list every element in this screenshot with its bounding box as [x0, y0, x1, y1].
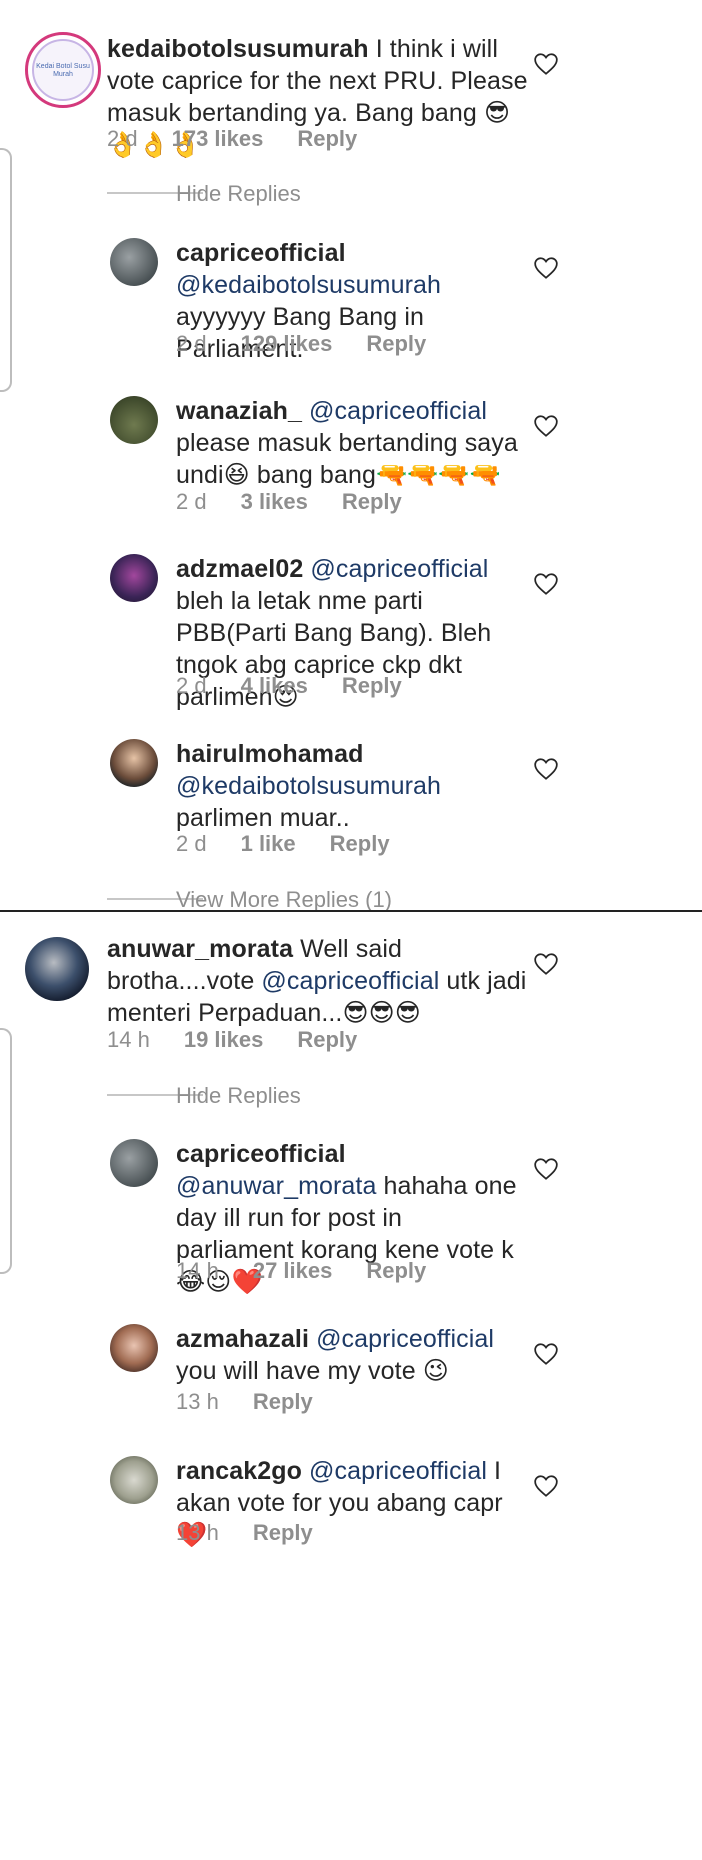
- hide-replies-button[interactable]: Hide Replies: [176, 1083, 301, 1109]
- avatar[interactable]: [110, 1456, 158, 1504]
- comment-text: azmahazali @capriceofficial you will hav…: [176, 1323, 526, 1387]
- mention-link[interactable]: @capriceofficial: [316, 1325, 494, 1353]
- avatar[interactable]: [25, 937, 89, 1001]
- reply-button[interactable]: Reply: [297, 126, 357, 152]
- heart-outline-icon[interactable]: [533, 256, 559, 280]
- reply-button[interactable]: Reply: [253, 1389, 313, 1415]
- mention-link[interactable]: @anuwar_morata: [176, 1172, 376, 1200]
- reply-button[interactable]: Reply: [342, 489, 402, 515]
- reply-button[interactable]: Reply: [297, 1027, 357, 1053]
- timestamp: 13 h: [176, 1520, 219, 1545]
- comment-meta: 2 d 1 like Reply: [176, 831, 424, 857]
- heart-outline-icon[interactable]: [533, 52, 559, 76]
- comment-meta: 13 h Reply: [176, 1389, 347, 1415]
- mention-link[interactable]: @capriceofficial: [309, 397, 487, 425]
- comment-meta: 2 d 173 likes Reply: [107, 126, 391, 152]
- likes-count[interactable]: 3 likes: [241, 489, 308, 515]
- avatar[interactable]: [110, 1139, 158, 1187]
- hide-replies-button[interactable]: Hide Replies: [176, 181, 301, 207]
- reply-button[interactable]: Reply: [253, 1520, 313, 1546]
- reply-button[interactable]: Reply: [342, 673, 402, 699]
- avatar[interactable]: [110, 1324, 158, 1372]
- comment-text: wanaziah_ @capriceofficial please masuk …: [176, 395, 526, 491]
- timestamp: 13 h: [176, 1389, 219, 1414]
- comment-meta: 2 d 3 likes Reply: [176, 489, 436, 515]
- comment-body: please masuk bertanding saya undi😆 bang …: [176, 429, 518, 489]
- reply-button[interactable]: Reply: [366, 1258, 426, 1284]
- reply-button[interactable]: Reply: [330, 831, 390, 857]
- mention-link[interactable]: @kedaibotolsusumurah: [176, 271, 441, 299]
- likes-count[interactable]: 19 likes: [184, 1027, 264, 1053]
- mention-link[interactable]: @capriceofficial: [261, 967, 439, 995]
- timestamp: 2 d: [176, 489, 207, 514]
- comment-text: hairulmohamad @kedaibotolsusumurah parli…: [176, 738, 526, 834]
- timestamp: 14 h: [176, 1258, 219, 1283]
- timestamp: 14 h: [107, 1027, 150, 1052]
- likes-count[interactable]: 129 likes: [241, 331, 333, 357]
- timestamp: 2 d: [176, 331, 207, 356]
- mention-link[interactable]: @capriceofficial: [309, 1457, 487, 1485]
- comment-meta: 2 d 129 likes Reply: [176, 331, 460, 357]
- likes-count[interactable]: 173 likes: [172, 126, 264, 152]
- heart-outline-icon[interactable]: [533, 757, 559, 781]
- avatar[interactable]: [110, 554, 158, 602]
- heart-outline-icon[interactable]: [533, 572, 559, 596]
- comment-meta: 14 h 27 likes Reply: [176, 1258, 460, 1284]
- mention-link[interactable]: @kedaibotolsusumurah: [176, 772, 441, 800]
- avatar[interactable]: [110, 238, 158, 286]
- comment-body: parlimen muar..: [176, 804, 350, 832]
- heart-outline-icon[interactable]: [533, 1157, 559, 1181]
- heart-outline-icon[interactable]: [533, 414, 559, 438]
- username[interactable]: hairulmohamad: [176, 740, 363, 768]
- section-divider: [0, 910, 702, 912]
- mention-link[interactable]: @capriceofficial: [310, 555, 488, 583]
- username[interactable]: anuwar_morata: [107, 935, 293, 963]
- username[interactable]: capriceofficial: [176, 239, 346, 267]
- timestamp: 2 d: [176, 673, 207, 698]
- timestamp: 2 d: [107, 126, 138, 151]
- avatar[interactable]: Kedai Botol Susu Murah: [25, 32, 101, 108]
- heart-outline-icon[interactable]: [533, 1342, 559, 1366]
- username[interactable]: azmahazali: [176, 1325, 309, 1353]
- comment-body: you will have my vote 😉: [176, 1357, 449, 1385]
- likes-count[interactable]: 1 like: [241, 831, 296, 857]
- username[interactable]: kedaibotolsusumurah: [107, 35, 369, 63]
- username[interactable]: adzmael02: [176, 555, 303, 583]
- username[interactable]: wanaziah_: [176, 397, 302, 425]
- comment-meta: 14 h 19 likes Reply: [107, 1027, 391, 1053]
- heart-outline-icon[interactable]: [533, 1474, 559, 1498]
- username[interactable]: capriceofficial: [176, 1140, 346, 1168]
- avatar[interactable]: [110, 396, 158, 444]
- comment-text: anuwar_morata Well said brotha....vote @…: [107, 933, 537, 1029]
- heart-outline-icon[interactable]: [533, 952, 559, 976]
- avatar-logo-text: Kedai Botol Susu Murah: [36, 63, 90, 78]
- likes-count[interactable]: 27 likes: [253, 1258, 333, 1284]
- likes-count[interactable]: 4 likes: [241, 673, 308, 699]
- thread-bracket: [0, 1028, 12, 1274]
- avatar[interactable]: [110, 739, 158, 787]
- username[interactable]: rancak2go: [176, 1457, 302, 1485]
- comment-meta: 13 h Reply: [176, 1520, 347, 1546]
- reply-button[interactable]: Reply: [366, 331, 426, 357]
- comment-meta: 2 d 4 likes Reply: [176, 673, 436, 699]
- thread-bracket: [0, 148, 12, 392]
- timestamp: 2 d: [176, 831, 207, 856]
